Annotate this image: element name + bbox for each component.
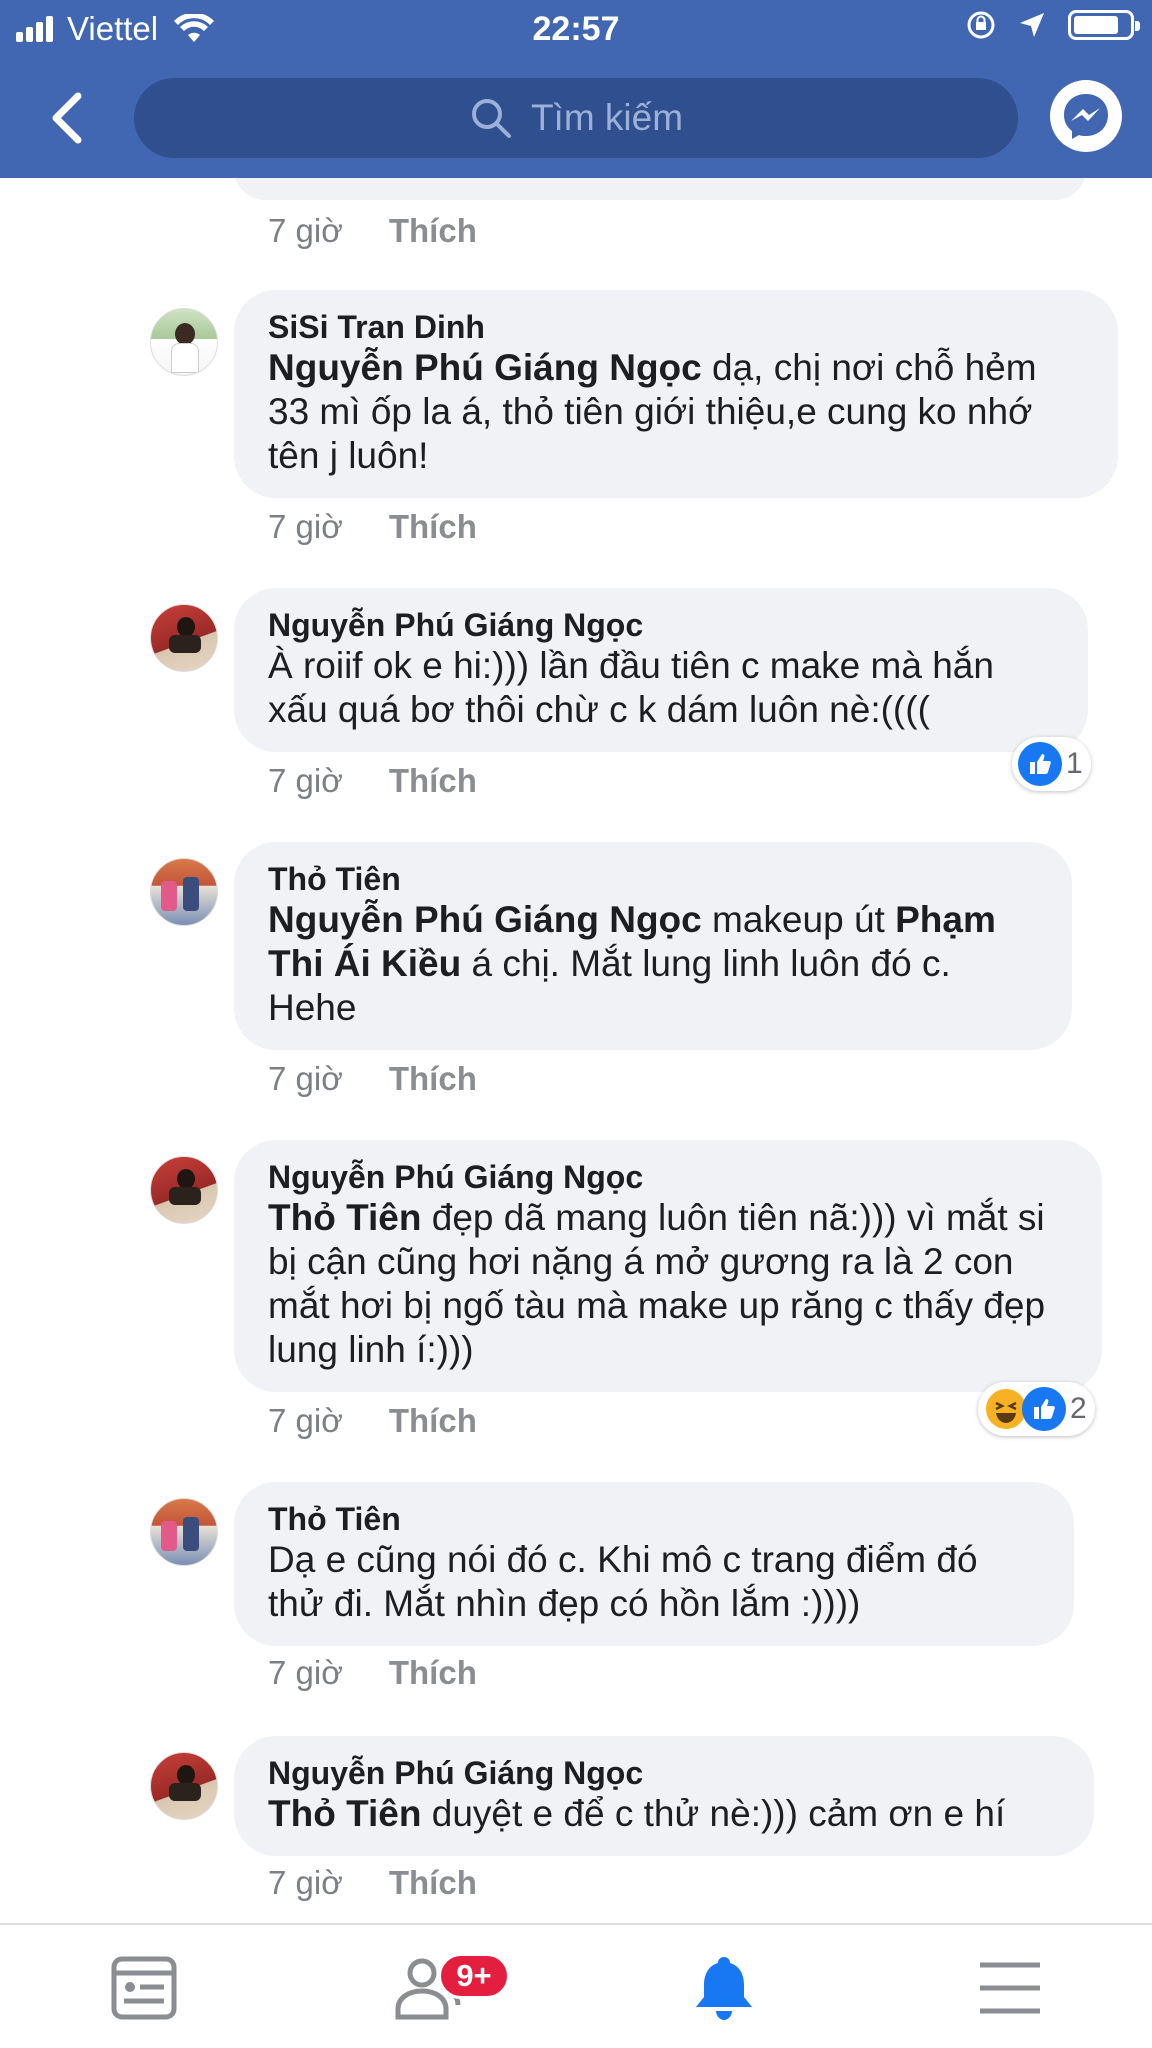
avatar[interactable] [150,1752,218,1820]
avatar[interactable] [150,1156,218,1224]
reaction-count: 2 [1070,1392,1087,1425]
mention-link[interactable]: Nguyễn Phú Giáng Ngọc [268,347,702,388]
back-arrow-icon[interactable] [40,86,100,150]
notifications-bell-icon[interactable] [684,1953,764,2023]
comment-time: 7 giờ [268,508,343,545]
status-right [966,10,1140,40]
comment-meta: 7 giờ Thích [268,762,477,800]
comment-body: À roiif ok e hi:))) lần đầu tiên c make … [268,645,994,730]
comment-meta: 7 giờ Thích [268,508,477,546]
comment-bubble: SiSi Tran Dinh Nguyễn Phú Giáng Ngọc dạ,… [234,290,1118,498]
comment-author[interactable]: Thỏ Tiên [268,1500,1040,1538]
comment-bubble: Thỏ Tiên Dạ e cũng nói đó c. Khi mô c tr… [234,1482,1074,1646]
search-placeholder: Tìm kiếm [530,97,684,138]
reaction-summary[interactable]: 2 [978,1382,1095,1436]
like-button[interactable]: Thích [389,762,477,800]
comment-author[interactable]: Nguyễn Phú Giáng Ngọc [268,1754,1060,1792]
reaction-count: 1 [1066,747,1083,780]
avatar[interactable] [150,604,218,672]
comment-meta: 7 giờ Thích [268,1654,477,1692]
comment-author[interactable]: Nguyễn Phú Giáng Ngọc [268,606,1054,644]
avatar[interactable] [150,858,218,926]
comment-meta: 7 giờ Thích [268,1864,477,1902]
comment-meta: 7 giờ Thích [268,212,477,250]
comment-feed: 7 giờ Thích SiSi Tran Dinh Nguyễn Phú Gi… [0,178,1152,1923]
comment-bubble: Nguyễn Phú Giáng Ngọc Thỏ Tiên duyệt e đ… [234,1736,1094,1856]
menu-hamburger-icon[interactable] [970,1953,1050,2023]
comment-text: Nguyễn Phú Giáng Ngọc makeup út Phạm Thi… [268,898,1038,1030]
comment-body: duyệt e để c thử nè:))) cảm ơn e hí [421,1793,1006,1834]
app-header: Viettel 22:57 Tìm kiếm [0,0,1152,178]
comment-author[interactable]: SiSi Tran Dinh [268,308,1084,346]
rotation-lock-icon [967,11,995,39]
comment-meta: 7 giờ Thích [268,1402,477,1440]
comment-body: Dạ e cũng nói đó c. Khi mô c trang điểm … [268,1539,978,1624]
comment-time: 7 giờ [268,762,343,799]
battery-icon [1068,10,1140,40]
friend-requests-badge: 9+ [438,1953,510,1999]
bottom-tab-bar: 9+ [0,1923,1152,2048]
comment-bubble: Thỏ Tiên Nguyễn Phú Giáng Ngọc makeup út… [234,842,1072,1050]
mention-link[interactable]: Thỏ Tiên [268,1793,421,1834]
like-button[interactable]: Thích [389,1060,477,1098]
comment-text: Thỏ Tiên duyệt e để c thử nè:))) cảm ơn … [268,1792,1060,1836]
comment-time: 7 giờ [268,1654,343,1691]
like-button[interactable]: Thích [389,508,477,546]
comment-body: makeup út [701,899,896,940]
comment-author[interactable]: Nguyễn Phú Giáng Ngọc [268,1158,1068,1196]
like-button[interactable]: Thích [389,212,477,250]
location-arrow-icon [1020,13,1044,37]
avatar[interactable] [150,308,218,376]
comment-meta: 7 giờ Thích [268,1060,477,1098]
nav-bar: Tìm kiếm [0,58,1152,178]
reaction-summary[interactable]: 1 [1012,737,1091,791]
comment-bubble: Nguyễn Phú Giáng Ngọc À roiif ok e hi:))… [234,588,1088,752]
news-feed-icon[interactable] [104,1953,184,2023]
comment-time: 7 giờ [268,1864,343,1901]
status-bar: Viettel 22:57 [0,0,1152,58]
like-button[interactable]: Thích [389,1654,477,1692]
messenger-icon [1064,94,1108,139]
search-icon [471,99,511,138]
mention-link[interactable]: Thỏ Tiên [268,1197,421,1238]
comment-text: Thỏ Tiên đẹp dã mang luôn tiên nã:))) vì… [268,1196,1068,1372]
comment-bubble: Nguyễn Phú Giáng Ngọc Thỏ Tiên đẹp dã ma… [234,1140,1102,1392]
comment-time: 7 giờ [268,212,343,249]
comment-bubble-partial [234,178,1086,200]
avatar[interactable] [150,1498,218,1566]
search-input[interactable]: Tìm kiếm [134,78,1018,158]
like-button[interactable]: Thích [389,1402,477,1440]
comment-author[interactable]: Thỏ Tiên [268,860,1038,898]
messenger-button[interactable] [1050,80,1122,152]
comment-time: 7 giờ [268,1060,343,1097]
comment-text: Nguyễn Phú Giáng Ngọc dạ, chị nơi chỗ hẻ… [268,346,1084,478]
like-reaction-icon [1022,1387,1066,1431]
like-reaction-icon [1018,742,1062,786]
mention-link[interactable]: Nguyễn Phú Giáng Ngọc [268,899,702,940]
comment-time: 7 giờ [268,1402,343,1439]
like-button[interactable]: Thích [389,1864,477,1902]
